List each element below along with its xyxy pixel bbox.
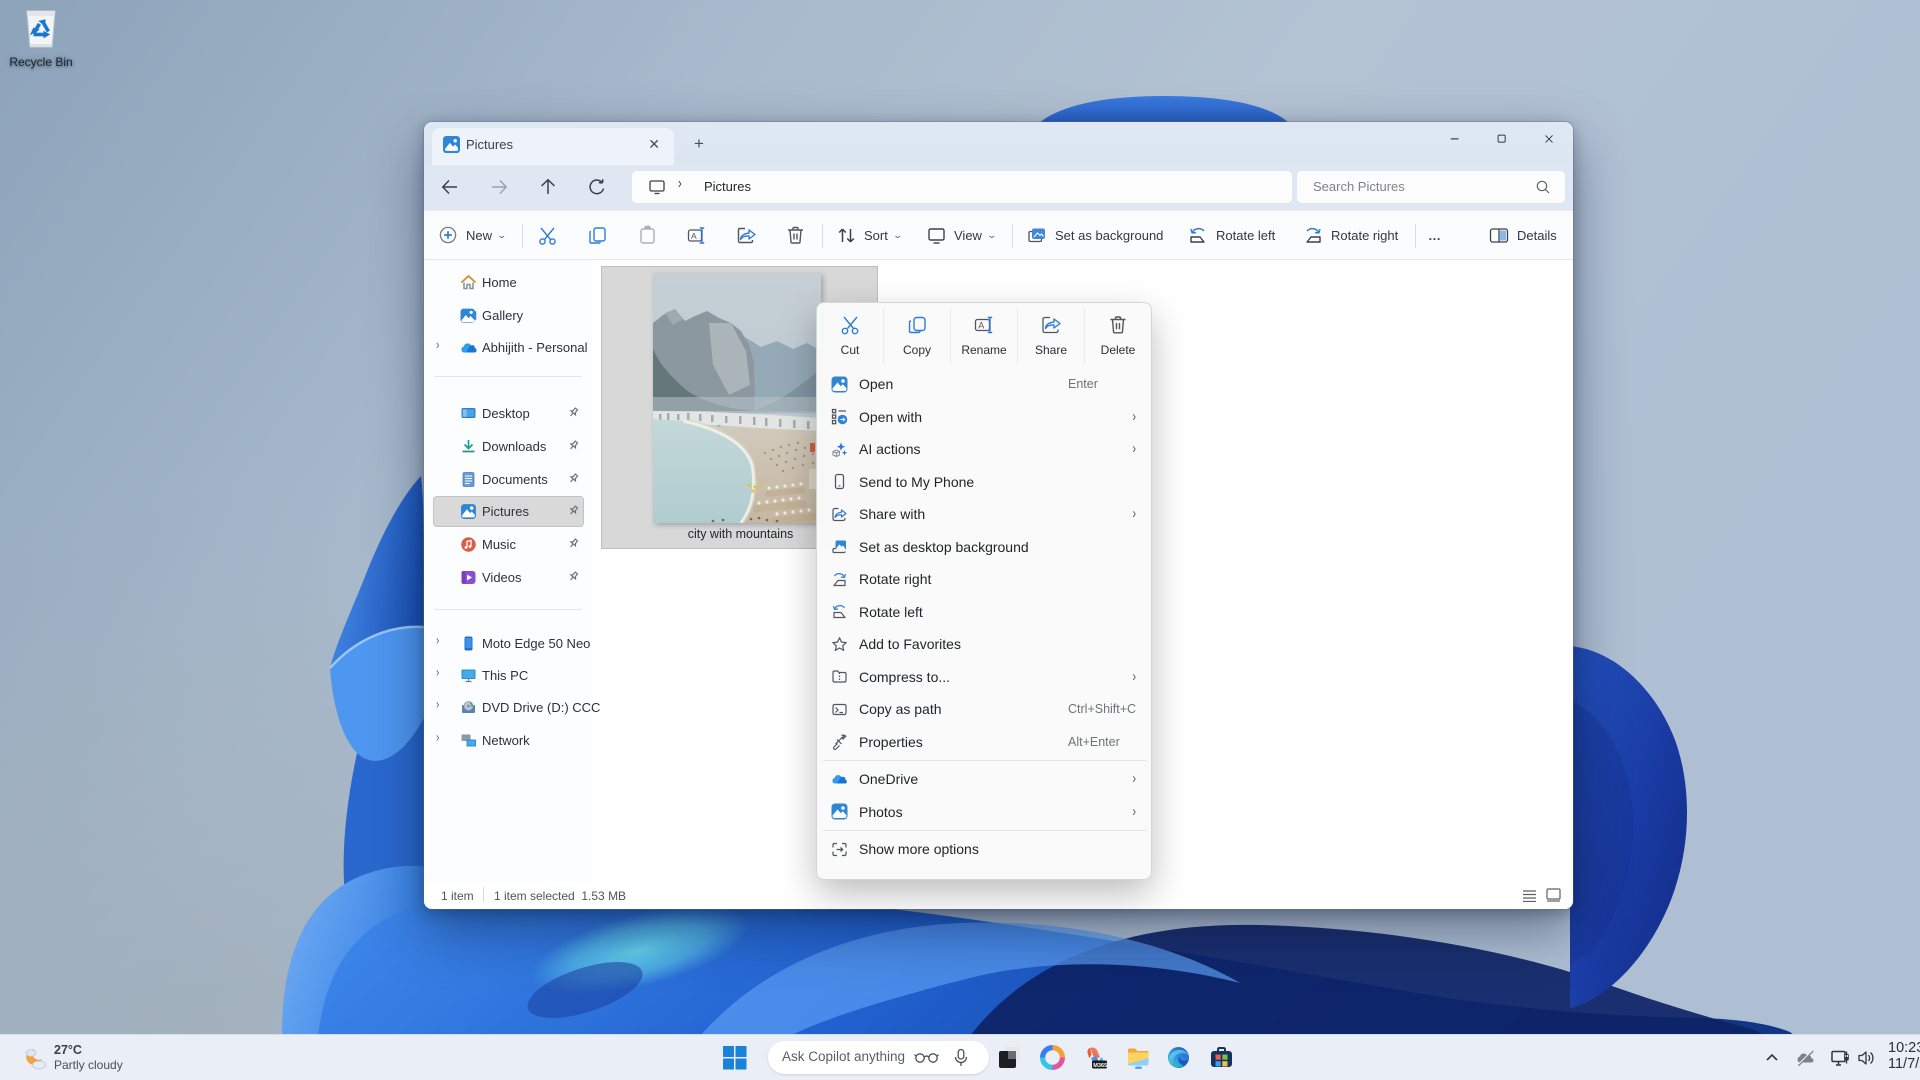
svg-text:A: A (978, 320, 984, 330)
svg-text:A: A (691, 231, 697, 241)
svg-text:M365: M365 (1093, 1063, 1107, 1069)
